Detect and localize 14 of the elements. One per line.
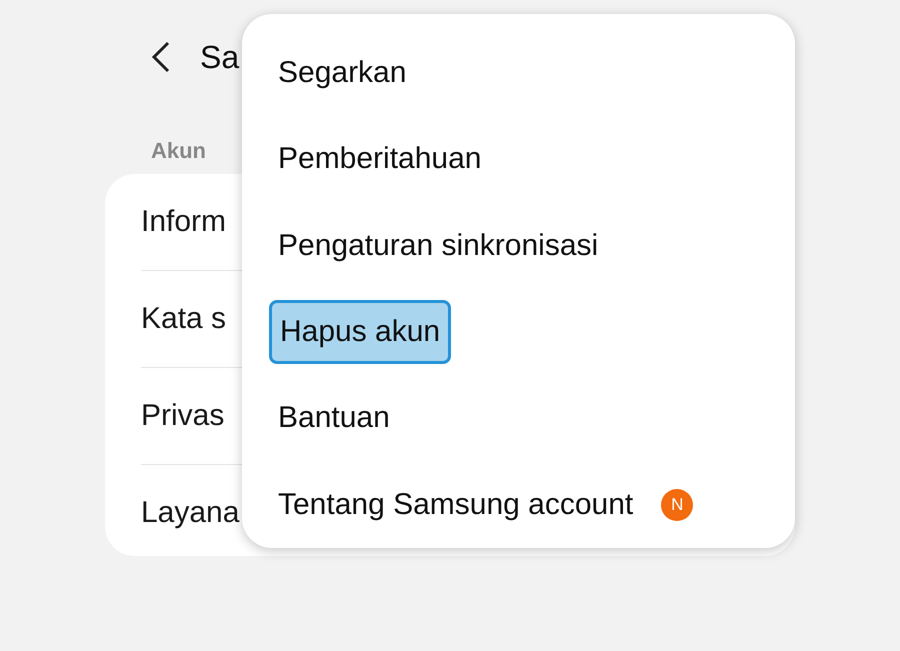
notification-badge: N	[661, 488, 694, 521]
settings-item[interactable]: Inform	[141, 205, 226, 239]
section-label: Akun	[151, 138, 206, 163]
page-title: Sa	[200, 38, 240, 76]
back-icon[interactable]	[150, 40, 172, 74]
settings-item[interactable]: Kata s	[141, 302, 226, 336]
menu-item[interactable]: Pemberitahuan	[278, 142, 482, 176]
menu-item[interactable]: Bantuan	[278, 401, 390, 436]
menu-item[interactable]: Segarkan	[278, 56, 406, 90]
settings-item[interactable]: Layana	[141, 496, 240, 530]
menu-item[interactable]: Hapus akun	[269, 300, 452, 364]
menu-item[interactable]: Tentang Samsung account	[278, 488, 634, 522]
settings-item[interactable]: Privas	[141, 399, 224, 433]
menu-item[interactable]: Pengaturan sinkronisasi	[278, 228, 598, 263]
